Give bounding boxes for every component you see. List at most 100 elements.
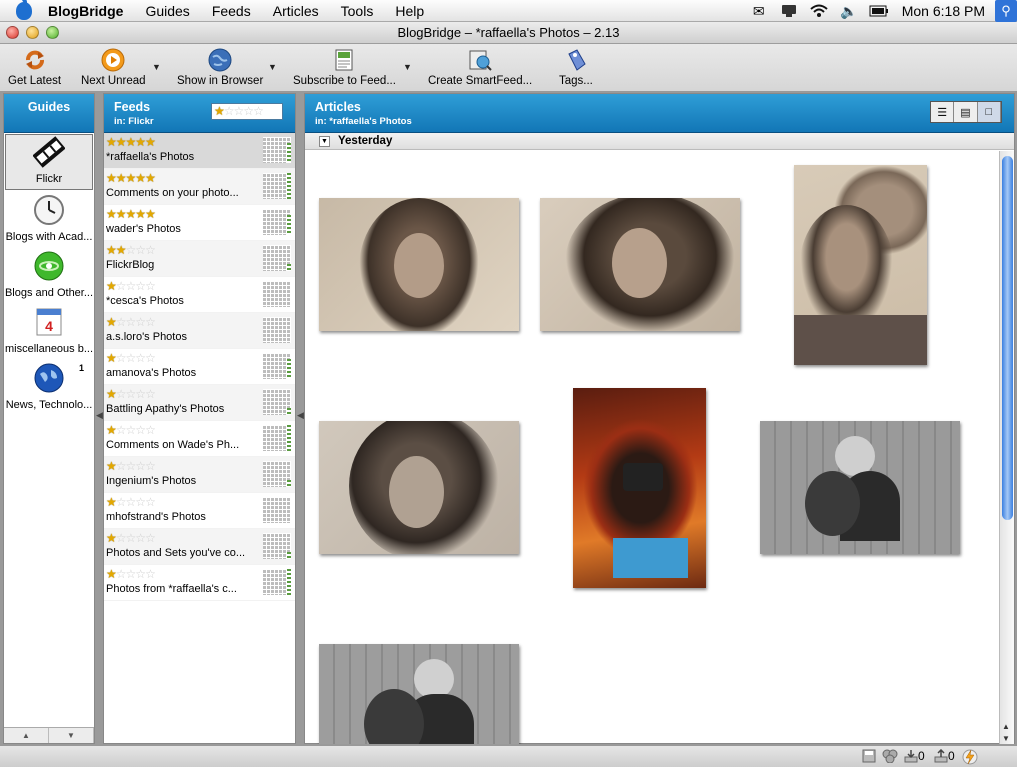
list-view-icon[interactable]: ☰: [931, 102, 955, 122]
subscribe-label: Subscribe to Feed...: [293, 75, 396, 87]
article-photo[interactable]: [760, 421, 960, 554]
subscribe-dropdown-icon[interactable]: ▼: [403, 62, 412, 72]
refresh-icon: [23, 48, 47, 72]
feed-name: mhofstrand's Photos: [106, 511, 206, 523]
scroll-down-icon[interactable]: ▼: [1002, 734, 1010, 743]
minimize-window-button[interactable]: [26, 26, 39, 39]
feed-item[interactable]: ★☆☆☆☆ Comments on Wade's Ph...: [104, 421, 295, 457]
wifi-icon[interactable]: [809, 3, 829, 19]
menu-bar: BlogBridge Guides Feeds Articles Tools H…: [0, 0, 1017, 22]
menu-help[interactable]: Help: [384, 0, 435, 22]
menu-guides[interactable]: Guides: [134, 0, 200, 22]
collapse-group-icon[interactable]: ▼: [319, 135, 330, 147]
guide-item-flickr[interactable]: Flickr: [5, 134, 93, 190]
feed-item[interactable]: ★☆☆☆☆ *cesca's Photos: [104, 277, 295, 313]
spotlight-icon[interactable]: ⚲: [995, 0, 1017, 22]
next-unread-dropdown-icon[interactable]: ▼: [152, 62, 161, 72]
tags-button[interactable]: Tags...: [559, 48, 593, 87]
show-in-browser-dropdown-icon[interactable]: ▼: [268, 62, 277, 72]
feed-item[interactable]: ★★☆☆☆ FlickrBlog: [104, 241, 295, 277]
guide-item-news-technology[interactable]: 1 News, Technolo...: [4, 359, 94, 415]
group-header[interactable]: ▼ Yesterday: [305, 133, 1014, 150]
zoom-window-button[interactable]: [46, 26, 59, 39]
feed-item[interactable]: ★☆☆☆☆ a.s.loro's Photos: [104, 313, 295, 349]
get-latest-button[interactable]: Get Latest: [8, 48, 61, 87]
feed-item[interactable]: ★★★★★ wader's Photos: [104, 205, 295, 241]
rating-filter[interactable]: ★☆☆☆☆: [211, 103, 283, 120]
feed-item[interactable]: ★☆☆☆☆ Photos and Sets you've co...: [104, 529, 295, 565]
feed-item[interactable]: ★★★★★ Comments on your photo...: [104, 169, 295, 205]
guide-item-miscellaneous[interactable]: 4 miscellaneous b...: [4, 303, 94, 359]
feed-item[interactable]: ★★★★★ *raffaella's Photos: [104, 133, 295, 169]
volume-icon[interactable]: 🔈: [839, 3, 859, 19]
show-in-browser-label: Show in Browser: [177, 75, 264, 87]
network-icon[interactable]: [882, 749, 898, 763]
feed-name: a.s.loro's Photos: [106, 331, 187, 343]
feeds-splitter-icon[interactable]: ◀: [297, 410, 304, 421]
guide-move-up-button[interactable]: ▲: [4, 728, 49, 743]
download-status[interactable]: 0: [904, 749, 925, 763]
article-photo[interactable]: [319, 644, 519, 744]
guide-item-blogs-other[interactable]: Blogs and Other...: [4, 247, 94, 303]
articles-scrollbar[interactable]: ▲ ▼: [999, 151, 1014, 744]
film-icon: [32, 135, 66, 169]
guides-splitter-icon[interactable]: ◀: [96, 410, 103, 421]
smartfeed-icon: [468, 48, 492, 72]
feed-name: FlickrBlog: [106, 259, 155, 271]
feed-activity-chart: [263, 425, 291, 451]
feed-name: *cesca's Photos: [106, 295, 184, 307]
app-menu[interactable]: BlogBridge: [44, 0, 134, 22]
articles-header: Articles in: *raffaella's Photos ☰ ▤ □: [305, 94, 1014, 133]
article-photo[interactable]: [319, 198, 519, 331]
close-window-button[interactable]: [6, 26, 19, 39]
guide-move-down-button[interactable]: ▼: [49, 728, 94, 743]
compact-view-icon[interactable]: ▤: [954, 102, 978, 122]
create-smartfeed-label: Create SmartFeed...: [428, 75, 533, 87]
guide-label: Blogs with Acad...: [5, 231, 93, 243]
mail-icon[interactable]: ✉: [749, 3, 769, 19]
menubar-clock[interactable]: Mon 6:18 PM: [902, 3, 985, 19]
tag-icon: [564, 48, 588, 72]
next-unread-button[interactable]: Next Unread: [81, 48, 146, 87]
picture-view-icon[interactable]: □: [977, 102, 1001, 122]
subscribe-button[interactable]: Subscribe to Feed...: [293, 48, 396, 87]
feed-activity-chart: [263, 245, 291, 271]
article-photo[interactable]: [319, 421, 519, 554]
menu-articles[interactable]: Articles: [262, 0, 330, 22]
article-photo[interactable]: [573, 388, 706, 588]
scrollbar-thumb[interactable]: [1002, 156, 1013, 520]
feed-item[interactable]: ★☆☆☆☆ amanova's Photos: [104, 349, 295, 385]
feed-item[interactable]: ★☆☆☆☆ Photos from *raffaella's c...: [104, 565, 295, 601]
feed-item[interactable]: ★☆☆☆☆ mhofstrand's Photos: [104, 493, 295, 529]
feed-activity-chart: [263, 533, 291, 559]
battery-icon[interactable]: [869, 3, 889, 19]
window-title: BlogBridge – *raffaella's Photos – 2.13: [397, 25, 620, 40]
feed-list: ★★★★★ *raffaella's Photos ★★★★★ Comments on…: [104, 133, 295, 601]
feed-item[interactable]: ★☆☆☆☆ Ingenium's Photos: [104, 457, 295, 493]
guide-label: Blogs and Other...: [4, 287, 94, 299]
menu-feeds[interactable]: Feeds: [201, 0, 262, 22]
feed-name: Photos from *raffaella's c...: [106, 583, 237, 595]
articles-title: Articles: [315, 100, 361, 114]
svg-text:4: 4: [45, 318, 53, 334]
view-mode-selector[interactable]: ☰ ▤ □: [930, 101, 1002, 123]
scroll-up-icon[interactable]: ▲: [1002, 722, 1010, 731]
apple-menu-icon[interactable]: [16, 0, 32, 20]
create-smartfeed-button[interactable]: Create SmartFeed...: [428, 48, 532, 87]
save-disk-icon[interactable]: [862, 749, 876, 763]
rating-filter-stars[interactable]: ★☆☆☆☆: [214, 104, 264, 119]
menu-tools[interactable]: Tools: [330, 0, 385, 22]
feed-activity-chart: [263, 569, 291, 595]
upload-status[interactable]: 0: [934, 749, 955, 763]
guides-title: Guides: [27, 100, 71, 114]
article-photo[interactable]: [794, 165, 927, 365]
lightning-icon[interactable]: [962, 749, 978, 765]
show-in-browser-button[interactable]: Show in Browser: [177, 48, 263, 87]
feed-item[interactable]: ★☆☆☆☆ Battling Apathy's Photos: [104, 385, 295, 421]
article-photo[interactable]: [540, 198, 740, 331]
status-bar: 0 0: [0, 745, 1017, 767]
guides-header: Guides: [4, 94, 94, 133]
guide-item-blogs-academic[interactable]: Blogs with Acad...: [4, 191, 94, 247]
chat-icon[interactable]: [779, 3, 799, 19]
tags-label: Tags...: [559, 75, 593, 87]
